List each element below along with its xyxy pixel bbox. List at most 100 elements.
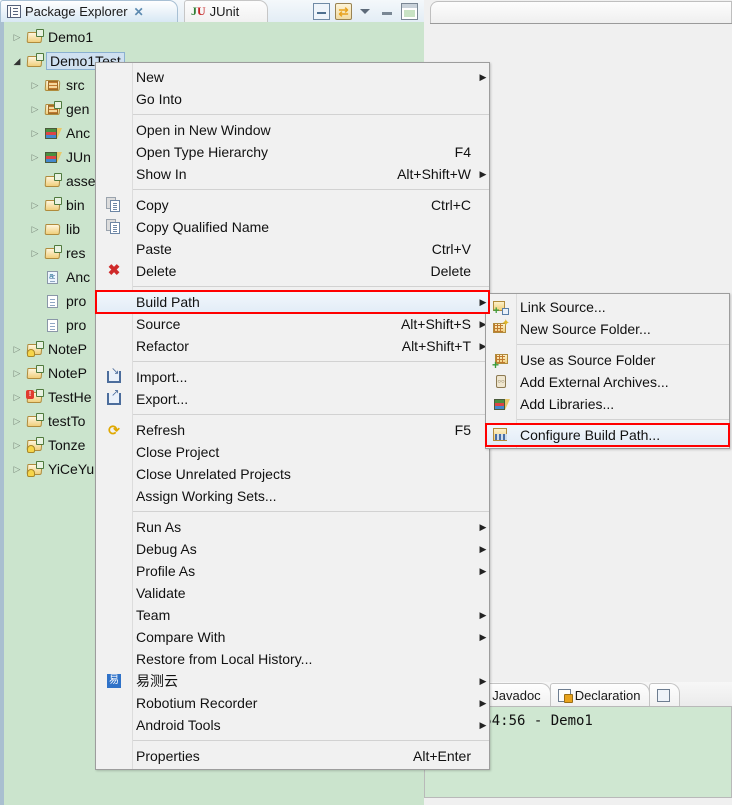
menu-item[interactable]: Profile As▶ [96, 560, 489, 582]
expand-arrow-icon[interactable] [10, 345, 24, 354]
context-menu[interactable]: New▶Go IntoOpen in New WindowOpen Type H… [95, 62, 490, 770]
expand-arrow-icon[interactable] [28, 225, 42, 234]
project-warning-icon [26, 437, 44, 453]
close-icon[interactable]: ✕ [134, 5, 144, 19]
bottom-tab-label: Javadoc [492, 688, 540, 703]
menu-item-label: Delete [132, 263, 431, 279]
expand-arrow-icon[interactable] [28, 129, 42, 138]
source-folder-icon [44, 77, 62, 93]
menu-item-label: Copy [132, 197, 431, 213]
menu-item[interactable]: Team▶ [96, 604, 489, 626]
menu-item[interactable]: Close Project [96, 441, 489, 463]
tab-junit-label: JUnit [210, 4, 240, 19]
menu-item[interactable]: Open Type HierarchyF4 [96, 141, 489, 163]
tab-junit[interactable]: JU JUnit [184, 0, 268, 22]
build-path-submenu[interactable]: +Link Source...✦New Source Folder... + Use… [485, 293, 730, 449]
expand-arrow-icon[interactable] [10, 57, 24, 66]
menu-item[interactable]: Add Libraries... [486, 393, 729, 415]
yiceyun-icon: 易 [106, 673, 122, 689]
menu-item[interactable]: Import... [96, 366, 489, 388]
expand-arrow-icon[interactable] [28, 249, 42, 258]
menu-item[interactable]: Assign Working Sets... [96, 485, 489, 507]
menu-item-label: Refresh [132, 422, 455, 438]
menu-item-label: New [132, 69, 477, 85]
menu-item[interactable]: Go Into [96, 88, 489, 110]
menu-item[interactable]: ✖DeleteDelete [96, 260, 489, 282]
menu-item[interactable]: Debug As▶ [96, 538, 489, 560]
expand-arrow-icon[interactable] [28, 105, 42, 114]
menu-item[interactable]: Android Tools▶ [96, 714, 489, 736]
expand-arrow-icon[interactable] [28, 201, 42, 210]
menu-item-label: Open in New Window [132, 122, 477, 138]
submenu-arrow-icon: ▶ [477, 610, 489, 621]
menu-item-label: Team [132, 607, 477, 623]
menu-item[interactable]: 易易测云▶ [96, 670, 489, 692]
menu-item-label: Refactor [132, 338, 402, 354]
menu-item-accelerator: Alt+Enter [413, 748, 477, 764]
project-warning-icon [26, 341, 44, 357]
menu-item[interactable]: Close Unrelated Projects [96, 463, 489, 485]
menu-item[interactable]: Compare With▶ [96, 626, 489, 648]
menu-item[interactable]: PasteCtrl+V [96, 238, 489, 260]
menu-item-icon-slot [96, 391, 132, 407]
folder-icon [44, 245, 62, 261]
menu-item[interactable]: CopyCtrl+C [96, 194, 489, 216]
menu-item[interactable]: Show InAlt+Shift+W▶ [96, 163, 489, 185]
tree-item[interactable]: Demo1 [4, 25, 424, 49]
menu-item-label: Link Source... [516, 299, 717, 315]
menu-item-accelerator: Alt+Shift+S [401, 316, 477, 332]
tab-package-explorer[interactable]: Package Explorer ✕ [0, 0, 178, 22]
collapse-all-icon[interactable] [313, 3, 330, 20]
configure-build-path-icon [493, 427, 509, 443]
expand-arrow-icon[interactable] [10, 369, 24, 378]
tree-item-label: Tonze [48, 437, 85, 453]
menu-separator [516, 344, 729, 345]
menu-item[interactable]: Copy Qualified Name [96, 216, 489, 238]
menu-item[interactable]: Add External Archives... [486, 371, 729, 393]
menu-item[interactable]: + Use as Source Folder [486, 349, 729, 371]
expand-arrow-icon[interactable] [10, 441, 24, 450]
package-explorer-icon [7, 5, 21, 18]
menu-item[interactable]: Open in New Window [96, 119, 489, 141]
menu-item[interactable]: +Link Source... [486, 296, 729, 318]
menu-item[interactable]: ⟳RefreshF5 [96, 419, 489, 441]
chevron-down-icon[interactable] [357, 3, 374, 20]
link-with-editor-icon[interactable]: ⇄ [335, 3, 352, 20]
use-as-source-folder-icon: + [493, 352, 509, 368]
menu-item[interactable]: Configure Build Path... [486, 424, 729, 446]
expand-arrow-icon[interactable] [10, 465, 24, 474]
tree-item-label: NoteP [48, 341, 87, 357]
expand-arrow-icon[interactable] [28, 81, 42, 90]
expand-arrow-icon[interactable] [10, 393, 24, 402]
menu-item[interactable]: Run As▶ [96, 516, 489, 538]
bottom-tab[interactable] [649, 683, 680, 706]
menu-item-label: Use as Source Folder [516, 352, 717, 368]
bottom-tab[interactable]: Declaration [550, 683, 651, 706]
menu-item[interactable]: ✦New Source Folder... [486, 318, 729, 340]
menu-item-label: Android Tools [132, 717, 477, 733]
menu-item[interactable]: Validate [96, 582, 489, 604]
menu-item[interactable]: Build Path▶ [96, 291, 489, 313]
menu-separator [132, 740, 489, 741]
menu-item[interactable]: Restore from Local History... [96, 648, 489, 670]
menu-item[interactable]: SourceAlt+Shift+S▶ [96, 313, 489, 335]
menu-item-label: Debug As [132, 541, 477, 557]
submenu-arrow-icon: ▶ [477, 544, 489, 555]
menu-item[interactable]: Export... [96, 388, 489, 410]
tab-package-explorer-label: Package Explorer [25, 4, 128, 19]
expand-arrow-icon[interactable] [10, 33, 24, 42]
menu-item-icon-slot [486, 427, 516, 443]
expand-arrow-icon[interactable] [28, 153, 42, 162]
menu-item[interactable]: Robotium Recorder▶ [96, 692, 489, 714]
maximize-icon[interactable] [401, 3, 418, 20]
menu-item[interactable]: PropertiesAlt+Enter [96, 745, 489, 767]
expand-arrow-icon[interactable] [10, 417, 24, 426]
library-icon [44, 125, 62, 141]
project-warning-icon [26, 461, 44, 477]
minimize-icon[interactable] [379, 3, 396, 20]
menu-item[interactable]: RefactorAlt+Shift+T▶ [96, 335, 489, 357]
menu-separator [132, 414, 489, 415]
menu-item[interactable]: New▶ [96, 66, 489, 88]
submenu-arrow-icon: ▶ [477, 169, 489, 180]
menu-item-accelerator: Alt+Shift+W [397, 166, 477, 182]
